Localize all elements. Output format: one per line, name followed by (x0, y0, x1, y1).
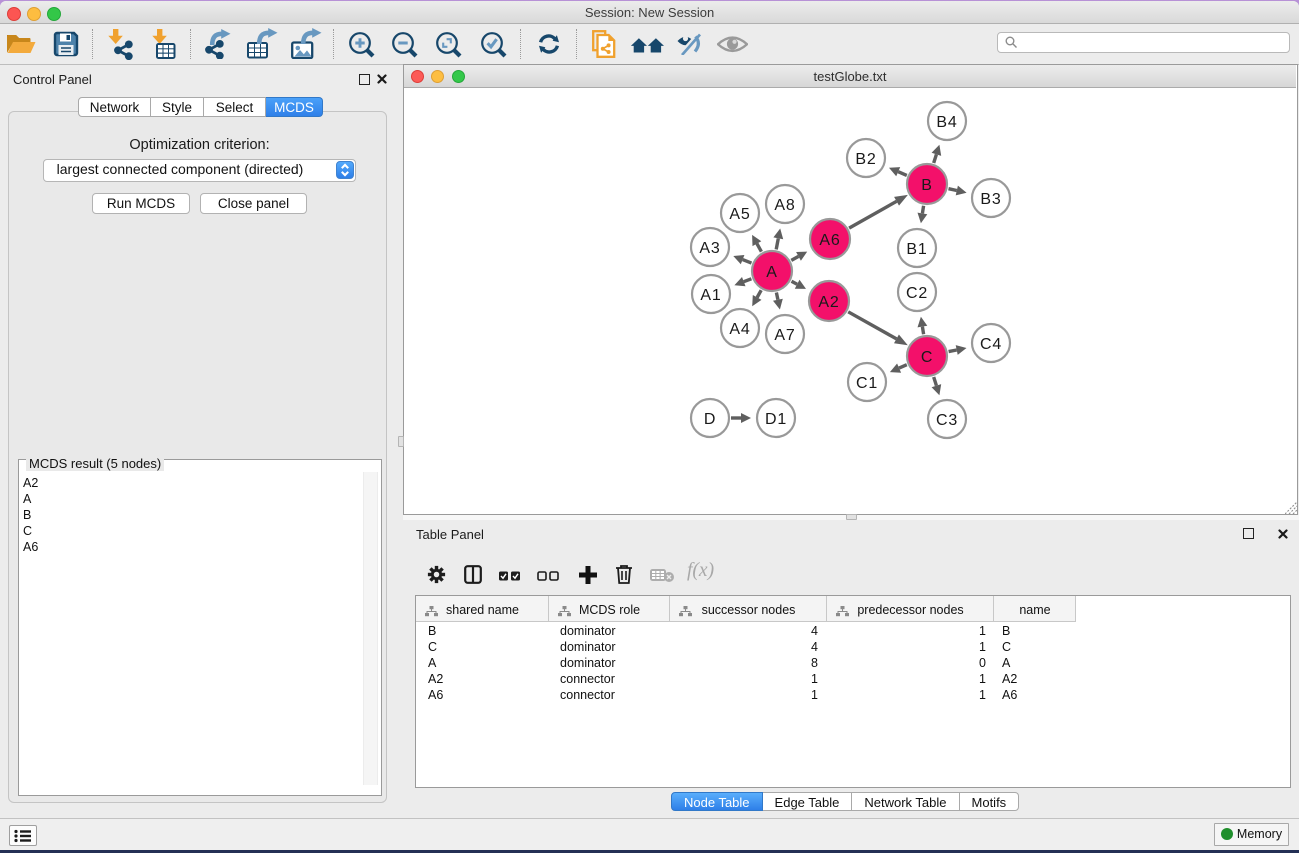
svg-text:B4: B4 (936, 114, 957, 131)
svg-text:A8: A8 (774, 197, 795, 214)
svg-text:C4: C4 (980, 336, 1002, 353)
svg-text:A4: A4 (729, 321, 750, 338)
svg-text:D: D (704, 411, 716, 428)
svg-text:C1: C1 (856, 375, 878, 392)
svg-text:A5: A5 (729, 206, 750, 223)
svg-text:A7: A7 (774, 327, 795, 344)
svg-text:B3: B3 (980, 191, 1001, 208)
svg-text:D1: D1 (765, 411, 787, 428)
svg-text:A1: A1 (700, 287, 721, 304)
svg-text:A2: A2 (818, 294, 839, 311)
svg-text:C3: C3 (936, 412, 958, 429)
svg-text:C2: C2 (906, 285, 928, 302)
svg-text:B1: B1 (906, 241, 927, 258)
svg-text:B: B (921, 177, 932, 194)
svg-text:A6: A6 (819, 232, 840, 249)
svg-text:B2: B2 (855, 151, 876, 168)
svg-text:A3: A3 (699, 240, 720, 257)
svg-text:A: A (766, 264, 777, 281)
svg-text:C: C (921, 349, 933, 366)
